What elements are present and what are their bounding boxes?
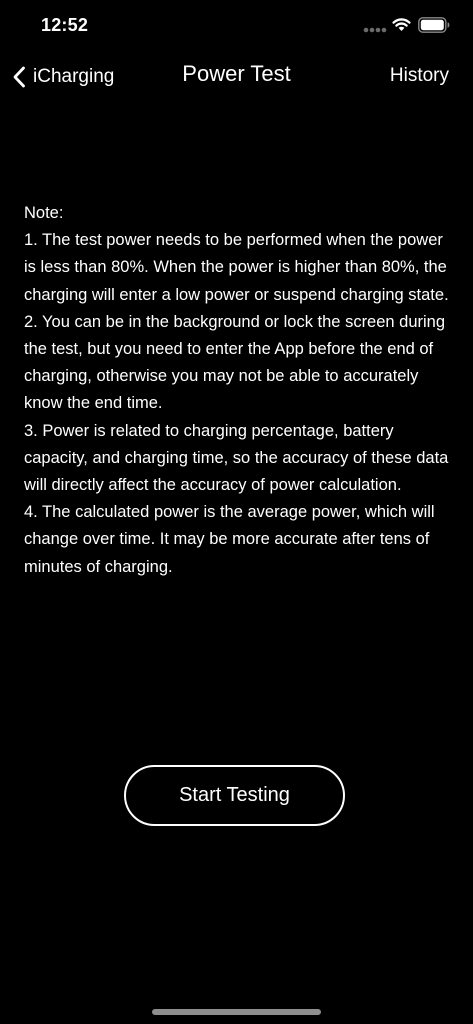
back-button-label: iCharging — [33, 66, 115, 87]
navigation-bar: iCharging Power Test History — [0, 55, 473, 99]
back-button[interactable]: iCharging — [12, 63, 114, 91]
status-bar: 12:52 — [0, 0, 473, 50]
note-item-2: 2. You can be in the background or lock … — [24, 312, 446, 413]
note-section: Note: 1. The test power needs to be perf… — [24, 200, 452, 581]
cellular-signal-icon — [363, 27, 387, 33]
note-item-3: 3. Power is related to charging percenta… — [24, 421, 449, 495]
wifi-icon — [392, 18, 411, 31]
home-indicator — [152, 1009, 321, 1015]
chevron-left-icon — [13, 66, 25, 88]
note-heading: Note: — [24, 204, 64, 222]
history-button[interactable]: History — [390, 65, 449, 87]
status-time: 12:52 — [41, 15, 89, 35]
note-item-4: 4. The calculated power is the average p… — [24, 503, 435, 576]
start-testing-button[interactable]: Start Testing — [124, 765, 345, 826]
battery-icon — [418, 17, 450, 33]
note-item-1: 1. The test power needs to be performed … — [24, 231, 449, 304]
